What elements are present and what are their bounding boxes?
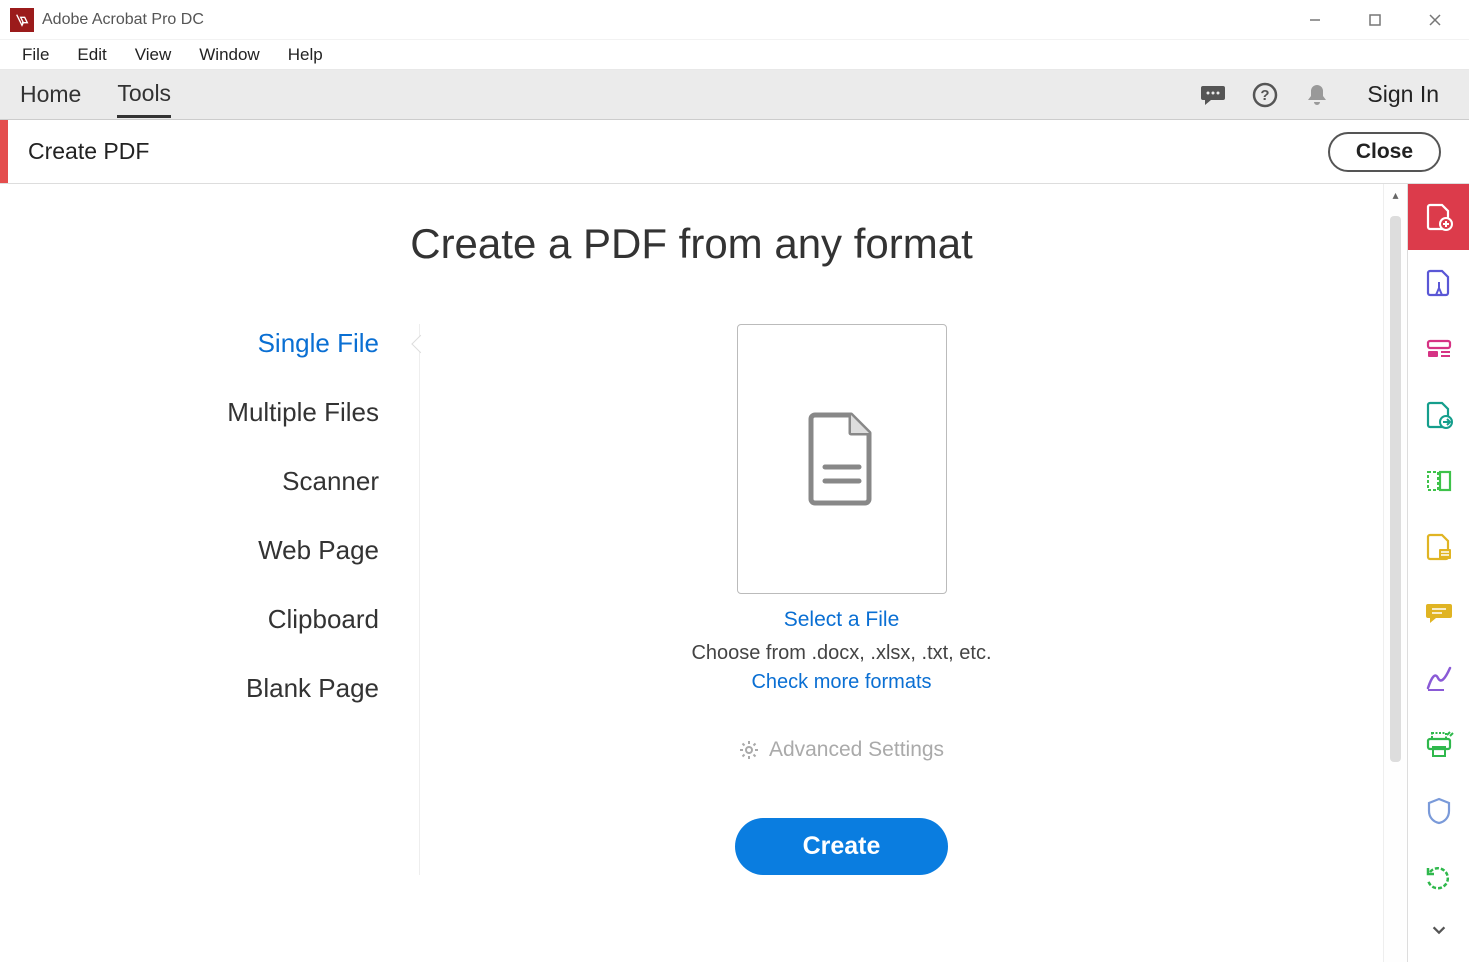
- svg-text:?: ?: [1261, 87, 1270, 104]
- gear-icon: [739, 740, 759, 760]
- minimize-button[interactable]: [1285, 0, 1345, 40]
- choose-from-text: Choose from .docx, .xlsx, .txt, etc.: [691, 642, 991, 665]
- titlebar: Adobe Acrobat Pro DC: [0, 0, 1469, 40]
- maximize-button[interactable]: [1345, 0, 1405, 40]
- option-blank-page[interactable]: Blank Page: [246, 673, 379, 704]
- app-icon: [10, 8, 34, 32]
- option-single-file[interactable]: Single File: [258, 328, 379, 359]
- context-bar: Create PDF Close: [0, 120, 1469, 184]
- tab-tools[interactable]: Tools: [117, 72, 171, 118]
- menubar: File Edit View Window Help: [0, 40, 1469, 70]
- document-icon: [803, 411, 881, 507]
- main-content: Create a PDF from any format Single File…: [0, 184, 1383, 962]
- close-window-button[interactable]: [1405, 0, 1465, 40]
- option-multiple-files[interactable]: Multiple Files: [227, 397, 379, 428]
- tabbar: Home Tools ? Sign In: [0, 70, 1469, 120]
- scroll-up-icon[interactable]: ▴: [1384, 188, 1407, 202]
- right-tool-rail: [1407, 184, 1469, 962]
- organize-pages-tool[interactable]: [1408, 448, 1469, 514]
- tab-home[interactable]: Home: [20, 73, 81, 116]
- edit-pdf-tool[interactable]: [1408, 250, 1469, 316]
- select-file-link[interactable]: Select a File: [784, 608, 900, 632]
- window-controls: [1285, 0, 1465, 40]
- create-button[interactable]: Create: [735, 818, 949, 875]
- menu-view[interactable]: View: [121, 41, 186, 69]
- panel: Select a File Choose from .docx, .xlsx, …: [420, 324, 1383, 875]
- option-scanner[interactable]: Scanner: [282, 466, 379, 497]
- file-dropzone[interactable]: [737, 324, 947, 594]
- help-icon[interactable]: ?: [1245, 75, 1285, 115]
- option-web-page[interactable]: Web Page: [258, 535, 379, 566]
- scrollbar[interactable]: ▴: [1383, 184, 1407, 962]
- close-button[interactable]: Close: [1328, 132, 1441, 172]
- menu-help[interactable]: Help: [274, 41, 337, 69]
- context-accent: [0, 120, 8, 183]
- source-option-list: Single File Multiple Files Scanner Web P…: [0, 324, 420, 875]
- chat-icon[interactable]: [1193, 75, 1233, 115]
- export-pdf-tool[interactable]: [1408, 382, 1469, 448]
- app-title: Adobe Acrobat Pro DC: [42, 11, 1285, 29]
- bell-icon[interactable]: [1297, 75, 1337, 115]
- menu-file[interactable]: File: [8, 41, 63, 69]
- layout-tool[interactable]: [1408, 316, 1469, 382]
- body-area: Create a PDF from any format Single File…: [0, 184, 1469, 962]
- create-pdf-tool[interactable]: [1408, 184, 1469, 250]
- sign-tool[interactable]: [1408, 646, 1469, 712]
- scroll-thumb[interactable]: [1390, 216, 1401, 762]
- comment-tool[interactable]: [1408, 580, 1469, 646]
- menu-edit[interactable]: Edit: [63, 41, 120, 69]
- print-tool[interactable]: [1408, 712, 1469, 778]
- advanced-settings: Advanced Settings: [739, 738, 944, 762]
- content-row: Single File Multiple Files Scanner Web P…: [0, 324, 1383, 875]
- menu-window[interactable]: Window: [185, 41, 273, 69]
- check-formats-link[interactable]: Check more formats: [751, 671, 931, 694]
- context-title: Create PDF: [28, 138, 1328, 165]
- option-clipboard[interactable]: Clipboard: [268, 604, 379, 635]
- advanced-settings-label: Advanced Settings: [769, 738, 944, 762]
- protect-tool[interactable]: [1408, 778, 1469, 844]
- page-heading: Create a PDF from any format: [0, 220, 1383, 268]
- sign-in-link[interactable]: Sign In: [1367, 81, 1439, 108]
- chevron-down-icon[interactable]: [1408, 910, 1469, 950]
- optimize-tool[interactable]: [1408, 844, 1469, 910]
- compare-tool[interactable]: [1408, 514, 1469, 580]
